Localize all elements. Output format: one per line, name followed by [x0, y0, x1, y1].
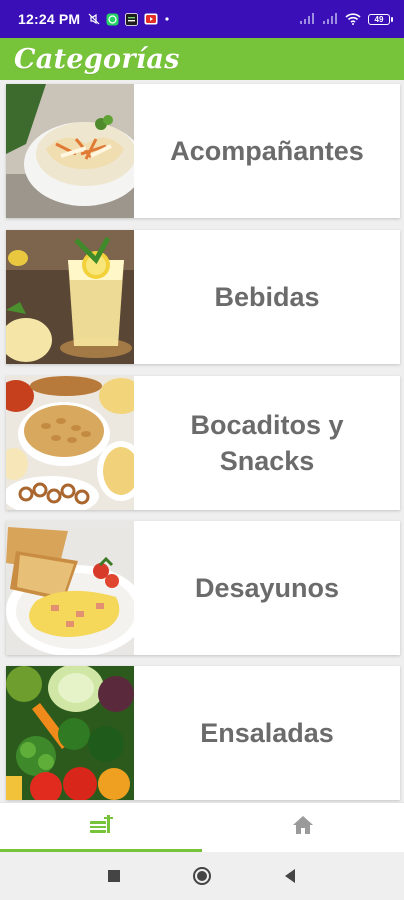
home-icon — [292, 815, 314, 840]
category-label: Acompañantes — [170, 136, 364, 166]
back-button[interactable] — [270, 856, 310, 896]
category-card-ensaladas[interactable]: Ensaladas — [6, 666, 400, 800]
lemonade-drink-photo — [6, 230, 134, 364]
wifi-icon — [345, 13, 361, 25]
category-card-bocaditos-y-snacks[interactable]: Bocaditos y Snacks — [6, 376, 400, 510]
page-title: Categorías — [14, 43, 180, 75]
category-label: Ensaladas — [200, 718, 334, 748]
vegetables-photo — [6, 666, 134, 800]
dot-icon — [164, 16, 170, 22]
nav-categories[interactable] — [0, 803, 202, 852]
category-label: Desayunos — [194, 573, 340, 603]
whatsapp-icon — [106, 13, 119, 26]
status-system-icons: 49 — [299, 13, 393, 25]
category-card-desayunos[interactable]: Desayunos — [6, 521, 400, 655]
app-bar: Categorías — [0, 38, 404, 80]
home-button[interactable] — [182, 856, 222, 896]
restaurant-menu-icon — [88, 813, 114, 842]
category-card-bebidas[interactable]: Bebidas — [6, 230, 400, 364]
salad-bowl-photo — [6, 84, 134, 218]
bottom-navigation — [0, 802, 404, 852]
youtube-icon — [144, 13, 158, 25]
nav-home[interactable] — [202, 803, 404, 852]
battery-level: 49 — [374, 14, 384, 24]
status-notification-icons — [88, 12, 170, 26]
status-bar: 12:24 PM 49 — [0, 0, 404, 38]
mute-icon — [88, 13, 100, 25]
snack-bowls-photo — [6, 376, 134, 510]
recents-button[interactable] — [94, 856, 134, 896]
breakfast-plate-photo — [6, 521, 134, 655]
category-label: Bocaditos y Snacks — [190, 410, 344, 476]
category-label: Bebidas — [214, 282, 320, 312]
status-time: 12:24 PM — [18, 11, 81, 27]
category-card-acompanantes[interactable]: Acompañantes — [6, 84, 400, 218]
signal-icon — [322, 13, 338, 25]
battery-icon: 49 — [368, 13, 393, 25]
notification-icon — [125, 12, 139, 26]
category-list[interactable]: Acompañantes Bebidas Bocaditos y Snacks … — [0, 80, 404, 802]
signal-icon — [299, 13, 315, 25]
system-navigation-bar — [0, 852, 404, 900]
